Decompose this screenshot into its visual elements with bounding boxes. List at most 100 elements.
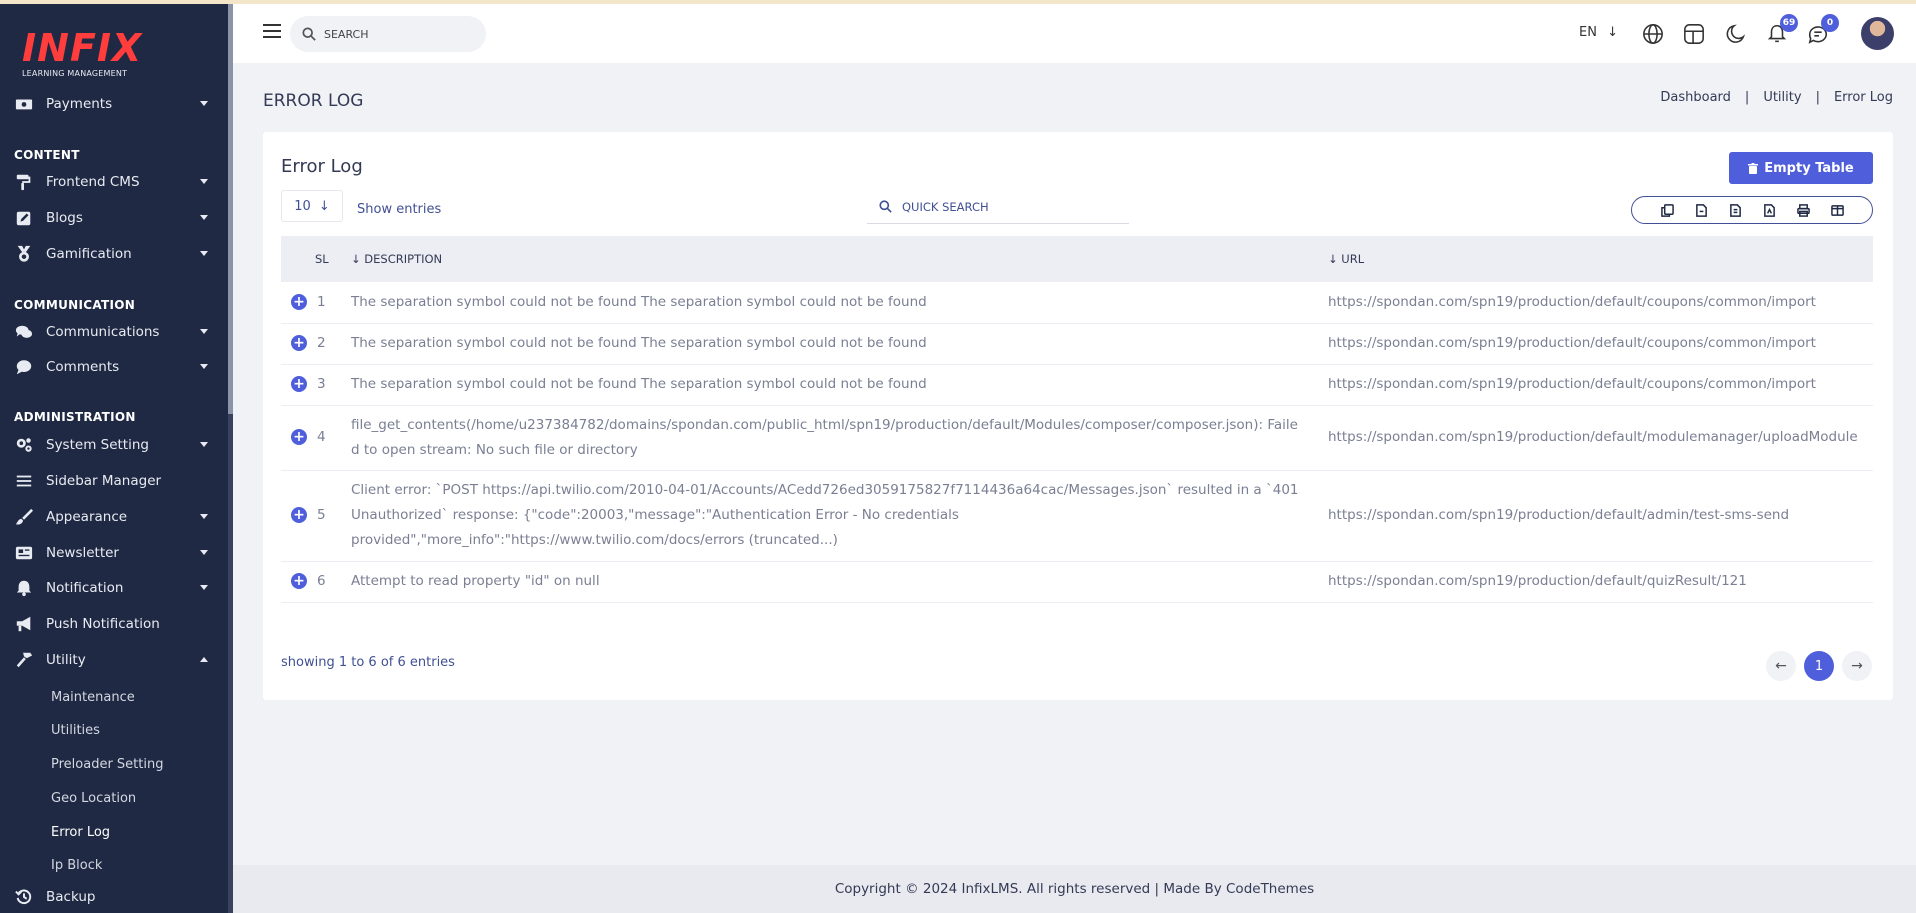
arrow-right-icon: → xyxy=(1851,658,1863,674)
row-sl: 6 xyxy=(317,573,326,589)
row-sl: 2 xyxy=(317,335,326,351)
copy-button[interactable] xyxy=(1650,197,1684,223)
history-icon xyxy=(14,887,34,907)
sidebar-item-label: Push Notification xyxy=(46,616,160,632)
expand-row-icon[interactable]: + xyxy=(291,335,307,351)
sidebar-item-communications[interactable]: Communications xyxy=(0,316,228,348)
row-url: https://spondan.com/spn19/production/def… xyxy=(1326,470,1873,562)
columns-icon xyxy=(1830,204,1844,216)
sidebar-scrollbar-thumb[interactable] xyxy=(228,4,233,414)
sidebar-item-notification[interactable]: Notification xyxy=(0,572,228,604)
sidebar-item-comments[interactable]: Comments xyxy=(0,351,228,383)
language-code: EN xyxy=(1579,25,1597,40)
sidebar-item-label: System Setting xyxy=(46,437,149,453)
arrow-left-icon: ← xyxy=(1775,658,1787,674)
row-url: https://spondan.com/spn19/production/def… xyxy=(1326,323,1873,365)
header-search[interactable] xyxy=(290,16,486,52)
entries-per-page-select[interactable]: 10 ↓ xyxy=(281,190,343,222)
breadcrumb: Dashboard | Utility | Error Log xyxy=(1660,90,1893,105)
sidebar-item-label: Communications xyxy=(46,324,160,340)
chevron-down-icon xyxy=(200,442,208,447)
sidebar-subitem-utilities[interactable]: Utilities xyxy=(51,723,100,738)
sidebar-item-label: Backup xyxy=(46,889,96,905)
row-sl: 5 xyxy=(317,507,326,523)
sidebar-item-label: Blogs xyxy=(46,210,83,226)
sidebar-item-push-notification[interactable]: Push Notification xyxy=(0,608,228,640)
export-excel-button[interactable] xyxy=(1718,197,1752,223)
export-buttons xyxy=(1631,196,1873,224)
moon-icon[interactable] xyxy=(1725,23,1749,47)
row-url: https://spondan.com/spn19/production/def… xyxy=(1326,405,1873,471)
column-header-url[interactable]: ↓ URL xyxy=(1326,236,1873,282)
menu-toggle-icon[interactable] xyxy=(263,24,281,39)
sidebar-subitem-maintenance[interactable]: Maintenance xyxy=(51,690,135,705)
table-row: +2 The separation symbol could not be fo… xyxy=(281,323,1873,365)
sidebar-item-system-setting[interactable]: System Setting xyxy=(0,429,228,461)
sidebar: INFIX LEARNING MANAGEMENT Payments CONTE… xyxy=(0,4,233,913)
next-page-button[interactable]: → xyxy=(1842,651,1872,681)
sidebar-scrollbar[interactable] xyxy=(228,4,233,913)
sidebar-item-label: Gamification xyxy=(46,246,132,262)
card-title: Error Log xyxy=(281,156,363,177)
chevron-up-icon xyxy=(200,657,208,662)
globe-icon[interactable] xyxy=(1642,23,1666,47)
logo[interactable]: INFIX LEARNING MANAGEMENT xyxy=(22,28,141,78)
breadcrumb-utility[interactable]: Utility xyxy=(1763,90,1801,105)
comment-icon xyxy=(14,357,34,377)
table-header-row: SL ↓ DESCRIPTION ↓ URL xyxy=(281,236,1873,282)
sidebar-subitem-ip-block[interactable]: Ip Block xyxy=(51,858,102,873)
sidebar-item-frontend-cms[interactable]: Frontend CMS xyxy=(0,166,228,198)
empty-table-button[interactable]: Empty Table xyxy=(1729,152,1873,184)
row-sl: 1 xyxy=(317,293,326,310)
column-header-label: DESCRIPTION xyxy=(364,252,443,266)
breadcrumb-separator: | xyxy=(1815,90,1820,105)
export-pdf-button[interactable] xyxy=(1752,197,1786,223)
sidebar-subitem-preloader-setting[interactable]: Preloader Setting xyxy=(51,757,163,772)
row-sl: 3 xyxy=(317,376,326,392)
expand-row-icon[interactable]: + xyxy=(291,507,307,523)
chevron-down-icon xyxy=(200,585,208,590)
language-selector[interactable]: EN ↓ xyxy=(1579,25,1618,40)
quick-search-input[interactable] xyxy=(902,199,1102,214)
page-title: ERROR LOG xyxy=(263,91,364,111)
expand-row-icon[interactable]: + xyxy=(291,429,307,445)
sidebar-item-blogs[interactable]: Blogs xyxy=(0,202,228,234)
footer: Copyright © 2024 InfixLMS. All rights re… xyxy=(233,865,1916,913)
table-row: +6 Attempt to read property "id" on null… xyxy=(281,561,1873,603)
row-url: https://spondan.com/spn19/production/def… xyxy=(1326,364,1873,406)
search-input[interactable] xyxy=(324,27,474,41)
column-header-description[interactable]: ↓ DESCRIPTION xyxy=(349,236,1326,282)
quick-search[interactable] xyxy=(867,190,1129,224)
sidebar-subitem-error-log[interactable]: Error Log xyxy=(51,825,110,840)
layout-icon[interactable] xyxy=(1683,23,1707,47)
column-visibility-button[interactable] xyxy=(1820,197,1854,223)
sidebar-item-backup[interactable]: Backup xyxy=(0,881,228,913)
prev-page-button[interactable]: ← xyxy=(1766,651,1796,681)
sidebar-item-newsletter[interactable]: Newsletter xyxy=(0,537,228,569)
chevron-down-icon xyxy=(200,101,208,106)
chevron-down-icon xyxy=(200,550,208,555)
expand-row-icon[interactable]: + xyxy=(291,293,307,310)
sidebar-subitem-geo-location[interactable]: Geo Location xyxy=(51,791,136,806)
expand-row-icon[interactable]: + xyxy=(291,376,307,392)
column-header-sl[interactable]: SL xyxy=(281,236,349,282)
avatar[interactable] xyxy=(1861,17,1894,50)
sidebar-item-appearance[interactable]: Appearance xyxy=(0,501,228,533)
sidebar-item-sidebar-manager[interactable]: Sidebar Manager xyxy=(0,465,228,497)
sidebar-item-utility[interactable]: Utility xyxy=(0,644,228,676)
notification-bell[interactable]: 69 xyxy=(1766,14,1798,47)
paint-roller-icon xyxy=(14,172,34,192)
print-button[interactable] xyxy=(1786,197,1820,223)
pagination: ← 1 → xyxy=(1766,651,1872,681)
sort-arrow-icon: ↓ xyxy=(351,252,361,266)
brush-icon xyxy=(14,507,34,527)
messages-button[interactable]: 0 xyxy=(1807,14,1839,47)
file-excel-icon xyxy=(1729,203,1741,217)
sidebar-item-gamification[interactable]: Gamification xyxy=(0,238,228,270)
export-csv-button[interactable] xyxy=(1684,197,1718,223)
page-button[interactable]: 1 xyxy=(1804,651,1834,681)
expand-row-icon[interactable]: + xyxy=(291,573,307,589)
sidebar-item-payments[interactable]: Payments xyxy=(0,88,228,120)
breadcrumb-dashboard[interactable]: Dashboard xyxy=(1660,90,1731,105)
newsletter-icon xyxy=(14,543,34,563)
